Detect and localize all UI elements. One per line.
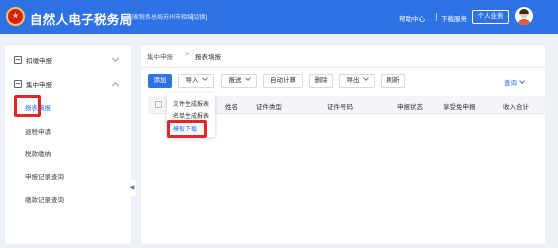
sidebar-item-refund[interactable]: 退税申请: [25, 126, 51, 136]
menu-item-file-generate[interactable]: 文件生成报表: [173, 99, 209, 108]
document-icon: [14, 56, 22, 64]
document-icon: [14, 80, 22, 88]
header-divider: [436, 13, 437, 21]
sidebar-group-label: 集中申报: [26, 82, 52, 89]
sidebar-item-tax-payment[interactable]: 税款缴纳: [25, 148, 51, 158]
chevron-up-icon: [111, 81, 120, 90]
chevron-down-icon: [362, 75, 369, 81]
highlight-box-template-download: [167, 120, 207, 138]
sidebar-item-payment-records[interactable]: 缴款记录查询: [25, 194, 64, 204]
bureau-name: 国家税务总局苏州市相城...: [127, 15, 199, 21]
add-button[interactable]: 添加: [148, 74, 172, 88]
column-header-name[interactable]: 姓名: [225, 101, 238, 111]
sidebar: 扣缴申报 集中申报 报表填报 退税申请 税款缴纳 申报记录查询 缴款记录查询: [5, 46, 131, 244]
chevron-down-icon: [201, 75, 208, 81]
import-button[interactable]: 导入: [178, 74, 214, 88]
download-service-link[interactable]: 下载服务: [441, 13, 467, 23]
switch-link[interactable]: [切换]: [192, 12, 207, 21]
column-header-exempt-declaration[interactable]: 享受免申报: [443, 101, 476, 111]
sidebar-item-declaration-records[interactable]: 申报记录查询: [25, 171, 64, 181]
column-header-id-type[interactable]: 证件类型: [256, 101, 282, 111]
export-button[interactable]: 导出: [339, 74, 375, 88]
chevron-down-icon: [244, 75, 251, 81]
avatar-hair: [519, 9, 529, 14]
top-header: 自然人电子税务局 国家税务总局苏州市相城... [切换] 帮助中心 下载服务 个…: [0, 0, 558, 34]
help-center-link[interactable]: 帮助中心: [399, 13, 425, 23]
column-header-income-total[interactable]: 收入合计: [503, 101, 529, 111]
submit-label: 报送: [228, 77, 242, 84]
avatar[interactable]: [515, 7, 533, 25]
breadcrumb-divider: [141, 67, 545, 68]
highlight-box-report-fill: [14, 95, 41, 117]
column-header-declaration-status[interactable]: 申报状态: [397, 101, 423, 111]
main-panel: 集中申报 > 报表填报 添加 导入 报送 自动计算 删除 导出 刷新 查询 姓名…: [141, 46, 545, 244]
breadcrumb-separator: >: [185, 51, 190, 58]
column-header-id-number[interactable]: 证件号码: [327, 101, 353, 111]
sidebar-group-centralized[interactable]: 集中申报: [5, 76, 131, 92]
tax-emblem-icon: [6, 7, 25, 26]
chevron-down-icon: [519, 78, 525, 84]
submit-button[interactable]: 报送: [221, 74, 257, 88]
sidebar-collapse-handle[interactable]: ◀: [128, 180, 136, 196]
sidebar-group-label: 扣缴申报: [26, 58, 52, 65]
select-all-checkbox[interactable]: [155, 101, 162, 108]
personal-business-button[interactable]: 个人业务: [472, 10, 509, 24]
auto-calculate-button[interactable]: 自动计算: [263, 74, 303, 88]
chevron-down-icon: [111, 54, 120, 63]
avatar-body: [517, 19, 531, 25]
menu-item-list-generate[interactable]: 名单生成报表: [173, 111, 209, 120]
import-label: 导入: [185, 77, 199, 84]
app-title: 自然人电子税务局: [30, 13, 133, 27]
tab-centralized[interactable]: 集中申报: [147, 51, 173, 61]
query-label: 查询: [504, 80, 517, 87]
sidebar-group-withholding[interactable]: 扣缴申报: [5, 52, 131, 68]
export-label: 导出: [346, 77, 360, 84]
refresh-button[interactable]: 刷新: [381, 74, 405, 88]
delete-button[interactable]: 删除: [309, 74, 333, 88]
tab-report-fill[interactable]: 报表填报: [195, 51, 221, 61]
query-toggle[interactable]: 查询: [504, 77, 525, 87]
